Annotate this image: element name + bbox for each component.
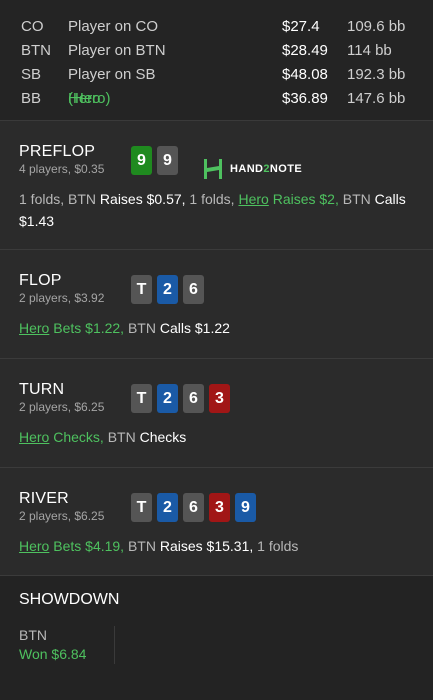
street-actions: Hero Bets $1.22, BTN Calls $1.22: [19, 317, 419, 339]
card: 3: [209, 384, 230, 413]
action-text: Calls $1.22: [159, 320, 230, 336]
player-stack: $48.08: [282, 66, 328, 83]
card: 2: [157, 384, 178, 413]
player-row-co: CO Player on CO $27.4 109.6 bb: [0, 18, 433, 42]
board-cards: T 2 6: [131, 275, 204, 304]
hero-suffix: (Hero): [68, 90, 111, 107]
street-pot-info: 2 players, $6.25: [19, 509, 105, 523]
players-table: CO Player on CO $27.4 109.6 bb BTN Playe…: [0, 0, 433, 121]
action-text: BTN: [124, 320, 160, 336]
action-text: 1 folds: [253, 538, 299, 554]
card: 9: [157, 146, 178, 175]
logo-text-part: NOTE: [269, 163, 303, 175]
player-position: BB: [21, 90, 42, 107]
action-text: BTN: [124, 538, 160, 554]
hand2note-logo-icon: [204, 159, 222, 179]
action-text: BTN: [103, 429, 140, 445]
card: T: [131, 493, 152, 522]
card: 6: [183, 275, 204, 304]
action-text: 1 folds, BTN: [19, 191, 100, 207]
player-position: BTN: [21, 42, 51, 59]
divider: [114, 626, 115, 664]
hero-link[interactable]: Hero: [19, 320, 49, 336]
action-text: Raises $15.31,: [159, 538, 254, 554]
card: T: [131, 384, 152, 413]
hole-cards: 9 9: [131, 146, 178, 175]
board-cards: T 2 6 3 9: [131, 493, 256, 522]
showdown-title: SHOWDOWN: [19, 591, 120, 608]
street-actions: 1 folds, BTN Raises $0.57, 1 folds, Hero…: [19, 188, 419, 232]
card: 2: [157, 493, 178, 522]
card: 3: [209, 493, 230, 522]
hand2note-logo-text: HAND2NOTE: [230, 163, 302, 175]
winner-amount: Won $6.84: [19, 646, 87, 662]
street-turn: TURN 2 players, $6.25 T 2 6 3 Hero Check…: [0, 359, 433, 468]
showdown-section: SHOWDOWN BTN Won $6.84: [0, 576, 433, 686]
player-stack-bb: 147.6 bb: [347, 90, 406, 107]
street-title: RIVER: [19, 490, 69, 507]
hero-link[interactable]: Hero: [238, 191, 268, 207]
action-text: Raises $0.57,: [99, 191, 186, 207]
card: 6: [183, 493, 204, 522]
action-text: Raises $2,: [268, 191, 339, 207]
player-row-sb: SB Player on SB $48.08 192.3 bb: [0, 66, 433, 90]
player-stack-bb: 114 bb: [347, 42, 392, 59]
card: T: [131, 275, 152, 304]
player-stack-bb: 109.6 bb: [347, 18, 406, 35]
street-title: PREFLOP: [19, 143, 96, 160]
street-pot-info: 2 players, $6.25: [19, 400, 105, 414]
action-text: Checks: [139, 429, 187, 445]
street-title: TURN: [19, 381, 65, 398]
player-name: Player on SB: [68, 66, 156, 83]
player-position: CO: [21, 18, 44, 35]
street-title: FLOP: [19, 272, 62, 289]
hand2note-logo: HAND2NOTE: [202, 158, 302, 180]
player-name: Player on BTN: [68, 42, 166, 59]
hero-link[interactable]: Hero: [19, 538, 49, 554]
action-text: Bets $4.19,: [49, 538, 125, 554]
street-actions: Hero Checks, BTN Checks: [19, 426, 419, 448]
action-text: BTN: [338, 191, 375, 207]
street-pot-info: 2 players, $3.92: [19, 291, 105, 305]
action-text: 1 folds,: [185, 191, 239, 207]
card: 6: [183, 384, 204, 413]
street-pot-info: 4 players, $0.35: [19, 162, 105, 176]
action-text: Bets $1.22,: [49, 320, 125, 336]
player-stack: $36.89: [282, 90, 328, 107]
player-row-bb-hero: BB Hero (Hero) $36.89 147.6 bb: [0, 90, 433, 114]
board-cards: T 2 6 3: [131, 384, 230, 413]
street-preflop: PREFLOP 4 players, $0.35 9 9 1 folds, BT…: [0, 121, 433, 250]
player-position: SB: [21, 66, 42, 83]
card: 2: [157, 275, 178, 304]
street-actions: Hero Bets $4.19, BTN Raises $15.31, 1 fo…: [19, 535, 419, 557]
card: 9: [235, 493, 256, 522]
player-name: Player on CO: [68, 18, 159, 35]
player-stack-bb: 192.3 bb: [347, 66, 406, 83]
player-stack: $28.49: [282, 42, 328, 59]
street-river: RIVER 2 players, $6.25 T 2 6 3 9 Hero Be…: [0, 468, 433, 576]
card: 9: [131, 146, 152, 175]
logo-text-part: HAND: [230, 163, 264, 175]
hero-link[interactable]: Hero: [19, 429, 49, 445]
player-row-btn: BTN Player on BTN $28.49 114 bb: [0, 42, 433, 66]
player-stack: $27.4: [282, 18, 320, 35]
action-text: Checks,: [49, 429, 104, 445]
street-flop: FLOP 2 players, $3.92 T 2 6 Hero Bets $1…: [0, 250, 433, 359]
winner-position: BTN: [19, 627, 47, 643]
